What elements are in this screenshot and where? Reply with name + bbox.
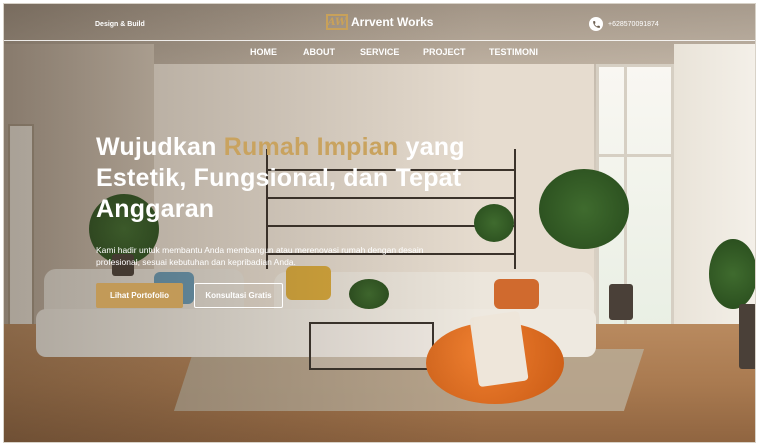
hero-title-accent: Rumah Impian bbox=[223, 133, 399, 161]
phone-icon bbox=[589, 17, 603, 31]
brand-tagline: Design & Build bbox=[95, 21, 145, 28]
free-consultation-button[interactable]: Konsultasi Gratis bbox=[194, 283, 283, 308]
hero-title-start: Wujudkan bbox=[96, 133, 224, 161]
top-bar: Design & Build AW Arrvent Works +6285700… bbox=[4, 4, 755, 42]
logo-text: Arrvent Works bbox=[351, 15, 434, 29]
nav-service[interactable]: SERVICE bbox=[360, 47, 423, 57]
nav-home[interactable]: HOME bbox=[250, 47, 303, 57]
nav-about[interactable]: ABOUT bbox=[303, 47, 360, 57]
hero-title: Wujudkan Rumah Impian yang Estetik, Fung… bbox=[96, 132, 496, 225]
view-portfolio-button[interactable]: Lihat Portofolio bbox=[96, 283, 183, 308]
nav-project[interactable]: PROJECT bbox=[423, 47, 489, 57]
main-nav: HOME ABOUT SERVICE PROJECT TESTIMONI bbox=[250, 47, 538, 57]
logo[interactable]: AW Arrvent Works bbox=[326, 14, 433, 30]
header-divider bbox=[4, 40, 755, 41]
phone-contact[interactable]: +628570091874 bbox=[589, 17, 659, 31]
page-frame: Design & Build AW Arrvent Works +6285700… bbox=[3, 3, 756, 443]
phone-number: +628570091874 bbox=[608, 20, 659, 28]
logo-mark-icon: AW bbox=[326, 14, 348, 30]
hero-description: Kami hadir untuk membantu Anda membangun… bbox=[96, 245, 424, 267]
nav-testimoni[interactable]: TESTIMONI bbox=[489, 47, 538, 57]
